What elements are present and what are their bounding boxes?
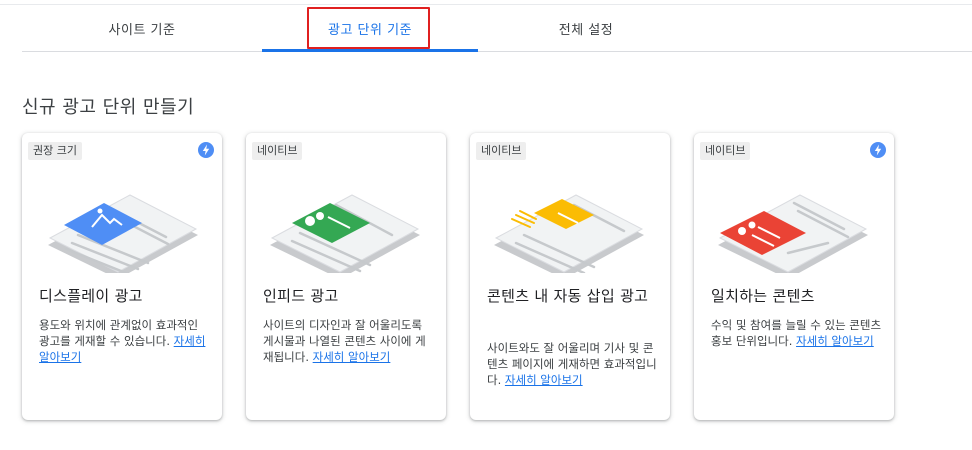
card-badge: 네이티브 <box>700 142 751 160</box>
card-description: 사이트의 디자인과 잘 어울리도록 게시물과 나열된 콘텐츠 사이에 게재됩니다… <box>263 318 426 364</box>
card-title: 디스플레이 광고 <box>39 287 143 305</box>
active-tab-indicator <box>262 49 478 52</box>
card-description: 용도와 위치에 관계없이 효과적인 광고를 게재할 수 있습니다. 자세히 알아… <box>39 318 206 364</box>
learn-more-link[interactable]: 자세히 알아보기 <box>505 373 583 387</box>
tab-site[interactable]: 사이트 기준 <box>22 5 262 52</box>
tab-bar: 사이트 기준 광고 단위 기준 전체 설정 <box>22 5 972 52</box>
in-article-ad-illustration <box>494 194 644 273</box>
lightning-bolt-icon <box>198 142 214 158</box>
card-description: 사이트와도 잘 어울리며 기사 및 콘텐츠 페이지에 게재하면 효과적입니다. … <box>487 341 657 387</box>
card-title: 콘텐츠 내 자동 삽입 광고 <box>487 287 649 305</box>
section-title: 신규 광고 단위 만들기 <box>22 97 195 118</box>
card-description: 수익 및 참여를 늘릴 수 있는 콘텐츠 홍보 단위입니다. 자세히 알아보기 <box>711 318 882 348</box>
highlight-box <box>307 7 430 49</box>
card-in-article-ad[interactable]: 네이티브 콘텐츠 내 자동 삽입 광고 사이트와도 잘 어울리며 기사 및 콘텐… <box>470 133 670 420</box>
learn-more-link[interactable]: 자세히 알아보기 <box>313 350 391 364</box>
card-infeed-ad[interactable]: 네이티브 인피드 광고 사이트의 디자인과 잘 어울리도록 게시물과 나열된 콘… <box>246 133 446 420</box>
card-badge: 네이티브 <box>476 142 527 160</box>
tab-global-settings[interactable]: 전체 설정 <box>478 5 694 52</box>
card-display-ad[interactable]: 권장 크기 디스플레이 광고 용도와 위치에 관계없이 효과적인 광고를 게재할… <box>22 133 222 420</box>
matched-content-illustration <box>718 194 868 273</box>
learn-more-link[interactable]: 자세히 알아보기 <box>796 334 874 348</box>
card-title: 일치하는 콘텐츠 <box>711 287 815 305</box>
display-ad-illustration <box>48 194 198 273</box>
card-badge: 네이티브 <box>252 142 303 160</box>
lightning-bolt-icon <box>870 142 886 158</box>
card-matched-content[interactable]: 네이티브 일치하는 콘텐츠 수익 및 참여를 늘릴 수 있는 콘텐츠 홍보 단위… <box>694 133 894 420</box>
card-title: 인피드 광고 <box>263 287 339 305</box>
infeed-ad-illustration <box>270 194 420 273</box>
card-badge: 권장 크기 <box>28 142 82 160</box>
